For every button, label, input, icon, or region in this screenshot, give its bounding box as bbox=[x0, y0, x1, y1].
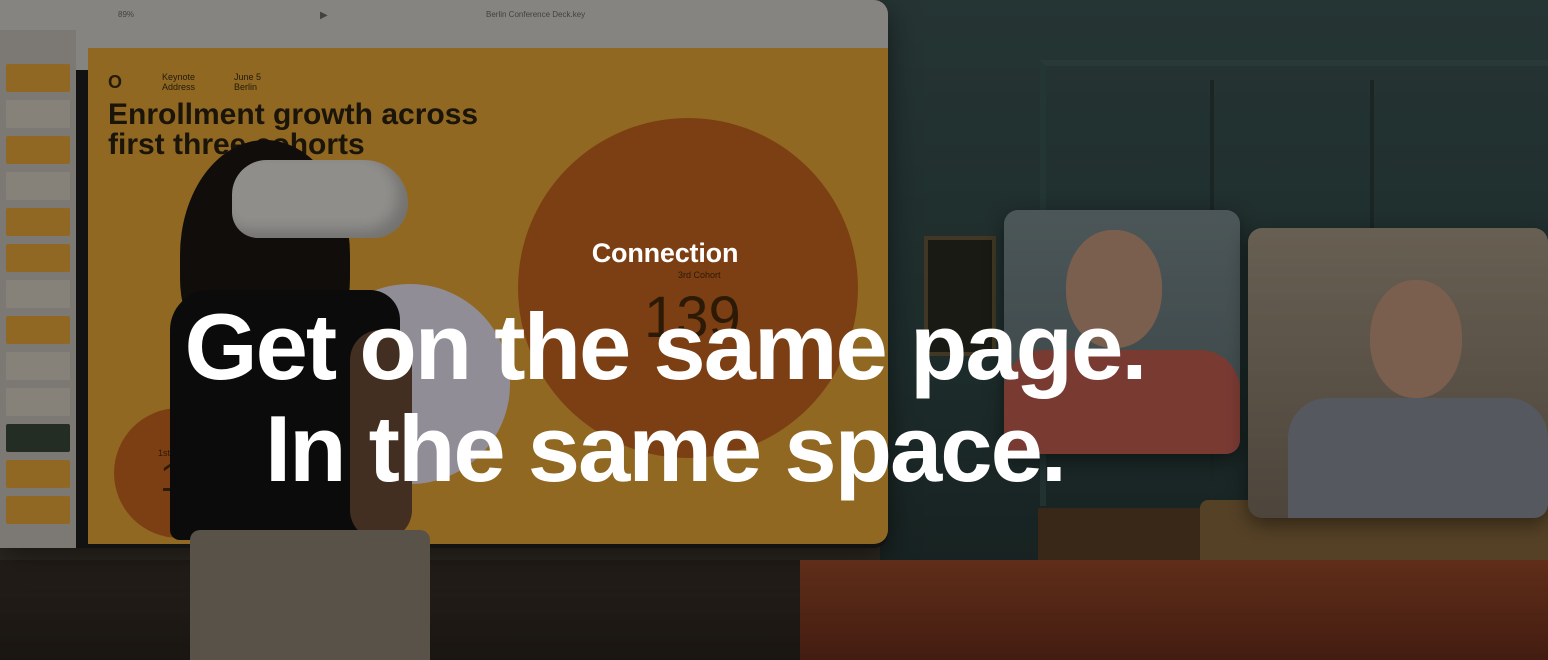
section-headline: Get on the same page. In the same space. bbox=[0, 296, 1330, 500]
headline-line-2: In the same space. bbox=[265, 396, 1067, 501]
hero-section: 89% Berlin Conference Deck.key ▶ O Keyno… bbox=[0, 0, 1548, 660]
headline-line-1: Get on the same page. bbox=[184, 294, 1148, 399]
section-eyebrow: Connection bbox=[591, 238, 739, 268]
